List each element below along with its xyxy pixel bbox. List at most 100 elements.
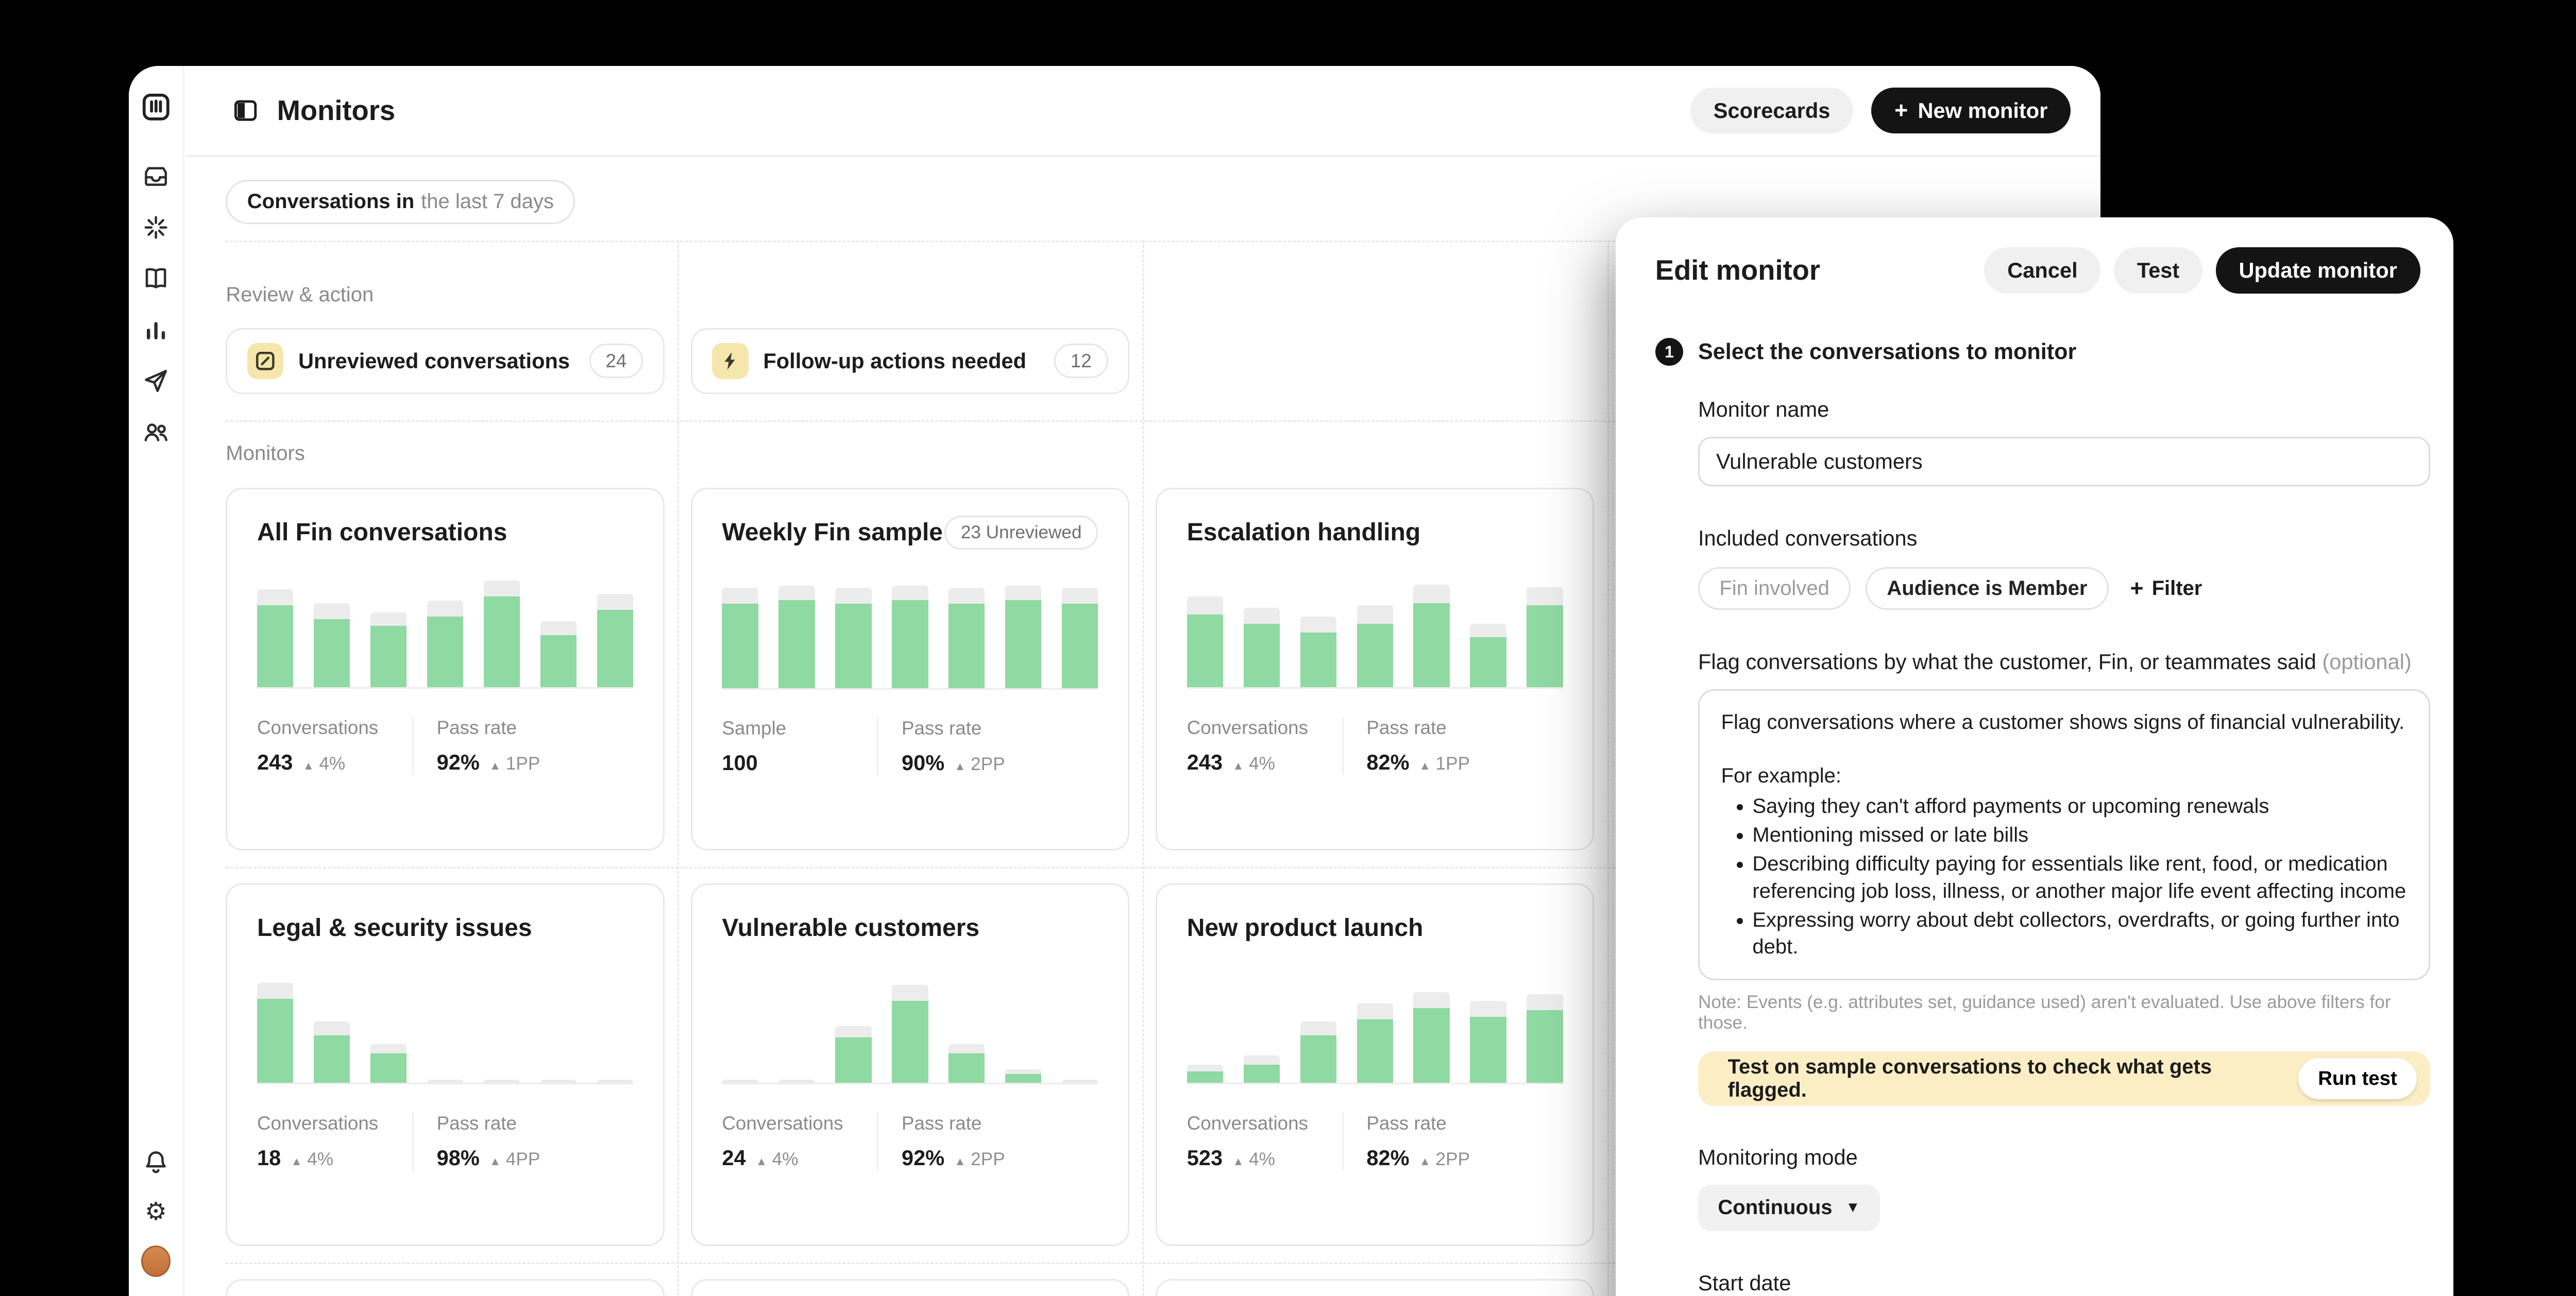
panel-actions: Cancel Test Update monitor [1984, 247, 2420, 294]
review-card-unreviewed[interactable]: Unreviewed conversations 24 [226, 328, 664, 394]
count-badge: 12 [1054, 344, 1108, 378]
chart-bar [1357, 573, 1393, 687]
chart-bar [948, 574, 985, 688]
chart-bar [1244, 969, 1280, 1083]
monitor-grid: All Fin conversations Conversations243▲4… [226, 488, 1594, 1296]
chart-bar [892, 969, 928, 1083]
monitor-name-label: Monitor name [1698, 397, 2430, 422]
step-title: Select the conversations to monitor [1698, 339, 2076, 365]
monitoring-mode-dropdown[interactable]: Continuous ▼ [1698, 1185, 1880, 1231]
chart-bar [1413, 573, 1449, 687]
run-test-button[interactable]: Run test [2298, 1058, 2417, 1099]
section-label-monitors: Monitors [226, 442, 304, 465]
chart-bar [257, 969, 293, 1083]
plus-icon: + [2130, 577, 2143, 600]
monitor-card[interactable]: New product launch Conversations523▲4%Pa… [1156, 883, 1594, 1246]
count-badge: 24 [589, 344, 643, 378]
triangle-up-icon: ▲ [1419, 1155, 1431, 1168]
fin-spark-icon[interactable] [141, 213, 171, 243]
bolt-icon [712, 343, 748, 379]
triangle-up-icon: ▲ [489, 1155, 501, 1168]
chevron-down-icon: ▼ [1845, 1199, 1860, 1216]
settings-gear-icon[interactable]: ⚙ [141, 1197, 171, 1227]
reports-chart-icon[interactable] [141, 315, 171, 345]
review-card-followup[interactable]: Follow-up actions needed 12 [691, 328, 1129, 394]
monitor-card[interactable] [1156, 1279, 1594, 1296]
chip-audience-member[interactable]: Audience is Member [1866, 567, 2109, 610]
chip-fin-involved[interactable]: Fin involved [1698, 567, 1851, 610]
monitor-card[interactable] [691, 1279, 1129, 1296]
chart-bar [1062, 574, 1098, 688]
monitor-card[interactable]: Vulnerable customers Conversations24▲4%P… [691, 883, 1129, 1246]
page-header: Monitors Scorecards + New monitor [187, 66, 2100, 157]
chart-bar [948, 969, 985, 1083]
date-range-filter-chip[interactable]: Conversations in the last 7 days [226, 180, 575, 224]
chart-bar [1470, 573, 1506, 687]
monitor-title: Weekly Fin sample [722, 518, 943, 547]
monitor-card-header: Escalation handling [1187, 516, 1563, 549]
monitor-chart [1187, 573, 1563, 689]
cancel-button[interactable]: Cancel [1984, 247, 2100, 294]
monitor-name-input[interactable] [1698, 437, 2430, 486]
flag-description-textarea[interactable]: Flag conversations where a customer show… [1698, 689, 2430, 981]
chart-bar [1244, 573, 1280, 687]
section-label-review-action: Review & action [226, 283, 374, 306]
monitor-stat: Pass rate92%▲1PP [412, 717, 540, 775]
chart-bar [1413, 969, 1449, 1083]
chart-bar [540, 969, 577, 1083]
chart-bar [370, 969, 406, 1083]
chart-bar [722, 574, 758, 688]
screen: ⚙ Monitors Scorecards + New monitor [0, 0, 2576, 1296]
monitor-card[interactable]: Legal & security issues Conversations18▲… [226, 883, 664, 1246]
contacts-people-icon[interactable] [141, 417, 171, 447]
monitor-chart [1187, 969, 1563, 1084]
monitor-title: All Fin conversations [257, 518, 507, 547]
monitors-icon [232, 97, 259, 124]
monitor-stat: Conversations243▲4% [1187, 717, 1342, 775]
triangle-up-icon: ▲ [954, 760, 965, 773]
chart-bar [778, 574, 815, 688]
chart-bar [1187, 573, 1223, 687]
chart-bar [835, 969, 871, 1083]
monitor-stats: Conversations24▲4%Pass rate92%▲2PP [722, 1113, 1098, 1170]
monitor-stat: Conversations18▲4% [257, 1113, 412, 1170]
monitor-chart [257, 573, 633, 689]
add-filter-button[interactable]: + Filter [2124, 577, 2209, 600]
optional-hint: (optional) [2322, 650, 2411, 674]
monitoring-mode-label: Monitoring mode [1698, 1145, 2430, 1170]
monitor-stat: Pass rate92%▲2PP [877, 1113, 1005, 1170]
flag-bullet: Expressing worry about debt collectors, … [1752, 907, 2407, 961]
panel-body: Monitor name Included conversations Fin … [1698, 397, 2430, 1296]
outbound-plane-icon[interactable] [141, 366, 171, 396]
start-date-label: Start date [1698, 1271, 2430, 1295]
chart-bar [722, 969, 758, 1083]
flag-conversations-label: Flag conversations by what the customer,… [1698, 650, 2430, 674]
banner-text: Test on sample conversations to check wh… [1728, 1055, 2282, 1102]
knowledge-book-icon[interactable] [141, 264, 171, 294]
triangle-up-icon: ▲ [291, 1155, 302, 1168]
monitor-stat: Pass rate98%▲4PP [412, 1113, 540, 1170]
update-monitor-button[interactable]: Update monitor [2216, 247, 2420, 294]
monitor-title: New product launch [1187, 914, 1423, 942]
monitor-chart [257, 969, 633, 1084]
monitor-card-header: Legal & security issues [257, 911, 633, 944]
test-button[interactable]: Test [2114, 247, 2202, 294]
monitor-card[interactable]: All Fin conversations Conversations243▲4… [226, 488, 664, 850]
monitor-card[interactable]: Weekly Fin sample 23 Unreviewed Sample10… [691, 488, 1129, 850]
triangle-up-icon: ▲ [756, 1155, 767, 1168]
monitor-stats: Sample100Pass rate90%▲2PP [722, 718, 1098, 775]
new-monitor-button[interactable]: + New monitor [1871, 88, 2071, 134]
flag-bullet: Mentioning missed or late bills [1752, 822, 2407, 849]
chart-bar [484, 969, 520, 1083]
scorecards-button[interactable]: Scorecards [1690, 88, 1853, 134]
chart-bar [1300, 969, 1336, 1083]
edit-monitor-panel: Edit monitor Cancel Test Update monitor … [1616, 217, 2453, 1296]
triangle-up-icon: ▲ [1419, 759, 1431, 773]
monitor-card[interactable]: Escalation handling Conversations243▲4%P… [1156, 488, 1594, 850]
app-logo[interactable] [141, 92, 171, 122]
user-avatar[interactable] [141, 1247, 171, 1276]
monitor-card[interactable] [226, 1279, 664, 1296]
inbox-icon[interactable] [141, 162, 171, 192]
notifications-bell-icon[interactable] [141, 1148, 171, 1178]
triangle-up-icon: ▲ [1232, 1155, 1244, 1168]
